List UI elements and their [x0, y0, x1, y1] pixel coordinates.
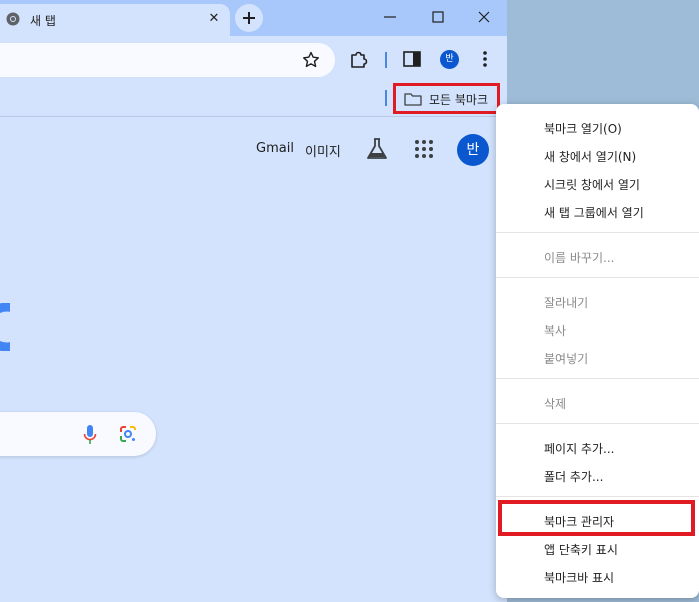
- google-logo-fragment: [0, 303, 10, 351]
- google-search-box[interactable]: [0, 412, 156, 456]
- menu-separator: [496, 232, 699, 233]
- microphone-icon[interactable]: [83, 424, 97, 446]
- maximize-button[interactable]: [418, 4, 458, 30]
- tab-close-icon[interactable]: ✕: [205, 10, 223, 28]
- account-avatar[interactable]: 반: [457, 134, 489, 166]
- google-lens-icon[interactable]: [118, 424, 138, 444]
- menu-item-show-bookmarks-bar[interactable]: 북마크바 표시: [544, 569, 614, 586]
- labs-flask-icon[interactable]: [365, 136, 389, 162]
- menu-item-paste: 붙여넣기: [544, 352, 589, 366]
- menu-separator: [496, 277, 699, 278]
- address-bar[interactable]: [0, 43, 335, 77]
- minimize-button[interactable]: [370, 4, 410, 30]
- menu-item-add-folder[interactable]: 폴더 추가...: [544, 468, 603, 485]
- all-bookmarks-label: 모든 북마크: [429, 93, 489, 107]
- close-window-button[interactable]: [464, 4, 504, 30]
- bookmarks-bar: 모든 북마크: [0, 82, 507, 116]
- minimize-icon: [384, 16, 396, 18]
- apps-grid-icon[interactable]: [414, 139, 434, 159]
- close-icon: [478, 11, 490, 23]
- star-icon[interactable]: [301, 50, 321, 70]
- side-panel-icon[interactable]: [401, 48, 423, 70]
- tab-title: 새 탭: [30, 14, 56, 28]
- menu-item-cut: 잘라내기: [544, 296, 589, 310]
- menu-item-add-page[interactable]: 페이지 추가...: [544, 440, 614, 457]
- browser-window: 새 탭 ✕ 반 모든 북마크 Gmail 이미지 반: [0, 0, 507, 602]
- menu-separator: [496, 378, 699, 379]
- new-tab-button[interactable]: [235, 4, 263, 32]
- gmail-link[interactable]: Gmail: [256, 141, 294, 156]
- folder-icon: [404, 93, 422, 106]
- tab-new-tab[interactable]: 새 탭 ✕: [0, 4, 230, 36]
- menu-item-copy: 복사: [544, 324, 567, 338]
- menu-separator: [496, 423, 699, 424]
- menu-item-rename: 이름 바꾸기...: [544, 251, 615, 265]
- profile-button[interactable]: 반: [440, 50, 459, 69]
- chrome-favicon-icon: [6, 12, 20, 26]
- menu-separator: [496, 496, 699, 497]
- menu-item-open-tab-group[interactable]: 새 탭 그룹에서 열기: [544, 204, 644, 221]
- menu-item-bookmark-manager[interactable]: 북마크 관리자: [544, 513, 614, 530]
- menu-item-open-new-window[interactable]: 새 창에서 열기(N): [544, 148, 636, 165]
- bookmarks-divider: [385, 90, 387, 106]
- bookmark-context-menu: 북마크 열기(O) 새 창에서 열기(N) 시크릿 창에서 열기 새 탭 그룹에…: [496, 104, 699, 598]
- toolbar-divider: [385, 52, 387, 68]
- toolbar: 반: [0, 36, 507, 82]
- title-bar: 새 탭 ✕: [0, 0, 507, 36]
- more-options-icon[interactable]: [474, 48, 496, 70]
- menu-item-show-app-shortcuts[interactable]: 앱 단축키 표시: [544, 541, 618, 558]
- menu-item-open-bookmark[interactable]: 북마크 열기(O): [544, 120, 622, 137]
- menu-item-open-incognito[interactable]: 시크릿 창에서 열기: [544, 176, 640, 193]
- menu-item-delete: 삭제: [544, 397, 567, 411]
- new-tab-page: Gmail 이미지 반: [0, 117, 507, 602]
- images-link[interactable]: 이미지: [305, 141, 341, 160]
- maximize-icon: [432, 11, 444, 23]
- plus-icon: [243, 12, 255, 24]
- all-bookmarks-button[interactable]: 모든 북마크: [393, 83, 500, 114]
- extensions-icon[interactable]: [348, 48, 370, 70]
